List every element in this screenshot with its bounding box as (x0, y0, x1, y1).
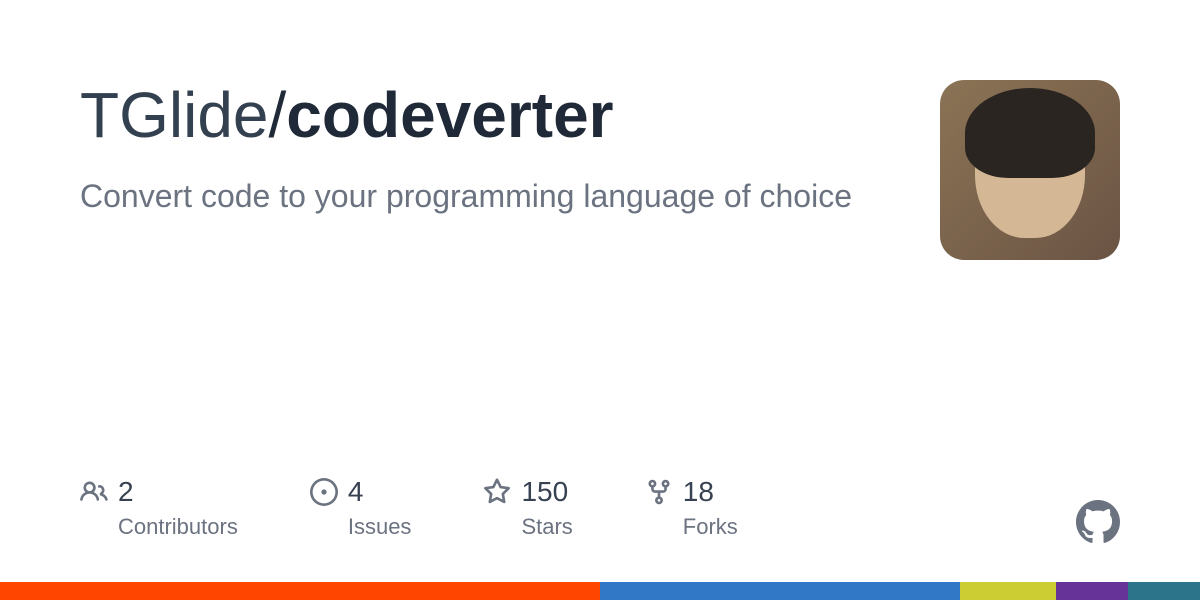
people-icon (80, 478, 108, 506)
stat-forks[interactable]: 18 Forks (645, 476, 738, 540)
lang-segment-5 (1128, 582, 1200, 600)
language-bar (0, 582, 1200, 600)
repo-description: Convert code to your programming languag… (80, 174, 860, 219)
lang-segment-3 (960, 582, 1056, 600)
forks-value: 18 (683, 476, 714, 508)
stars-label: Stars (521, 514, 572, 540)
github-logo-icon[interactable] (1076, 500, 1120, 544)
repo-name[interactable]: codeverter (286, 79, 613, 151)
stat-issues[interactable]: 4 Issues (310, 476, 412, 540)
lang-segment-2 (600, 582, 960, 600)
issues-label: Issues (348, 514, 412, 540)
contributors-value: 2 (118, 476, 134, 508)
avatar[interactable] (940, 80, 1120, 260)
contributors-label: Contributors (118, 514, 238, 540)
issues-value: 4 (348, 476, 364, 508)
stat-contributors[interactable]: 2 Contributors (80, 476, 238, 540)
repo-owner[interactable]: TGlide (80, 79, 269, 151)
fork-icon (645, 478, 673, 506)
stars-value: 150 (521, 476, 568, 508)
stats-bar: 2 Contributors 4 Issues 150 Stars (80, 476, 738, 540)
repo-title: TGlide/codeverter (80, 80, 900, 150)
forks-label: Forks (683, 514, 738, 540)
lang-segment-4 (1056, 582, 1128, 600)
repo-separator: / (269, 79, 287, 151)
lang-segment-1 (0, 582, 600, 600)
star-icon (483, 478, 511, 506)
issue-icon (310, 478, 338, 506)
stat-stars[interactable]: 150 Stars (483, 476, 572, 540)
